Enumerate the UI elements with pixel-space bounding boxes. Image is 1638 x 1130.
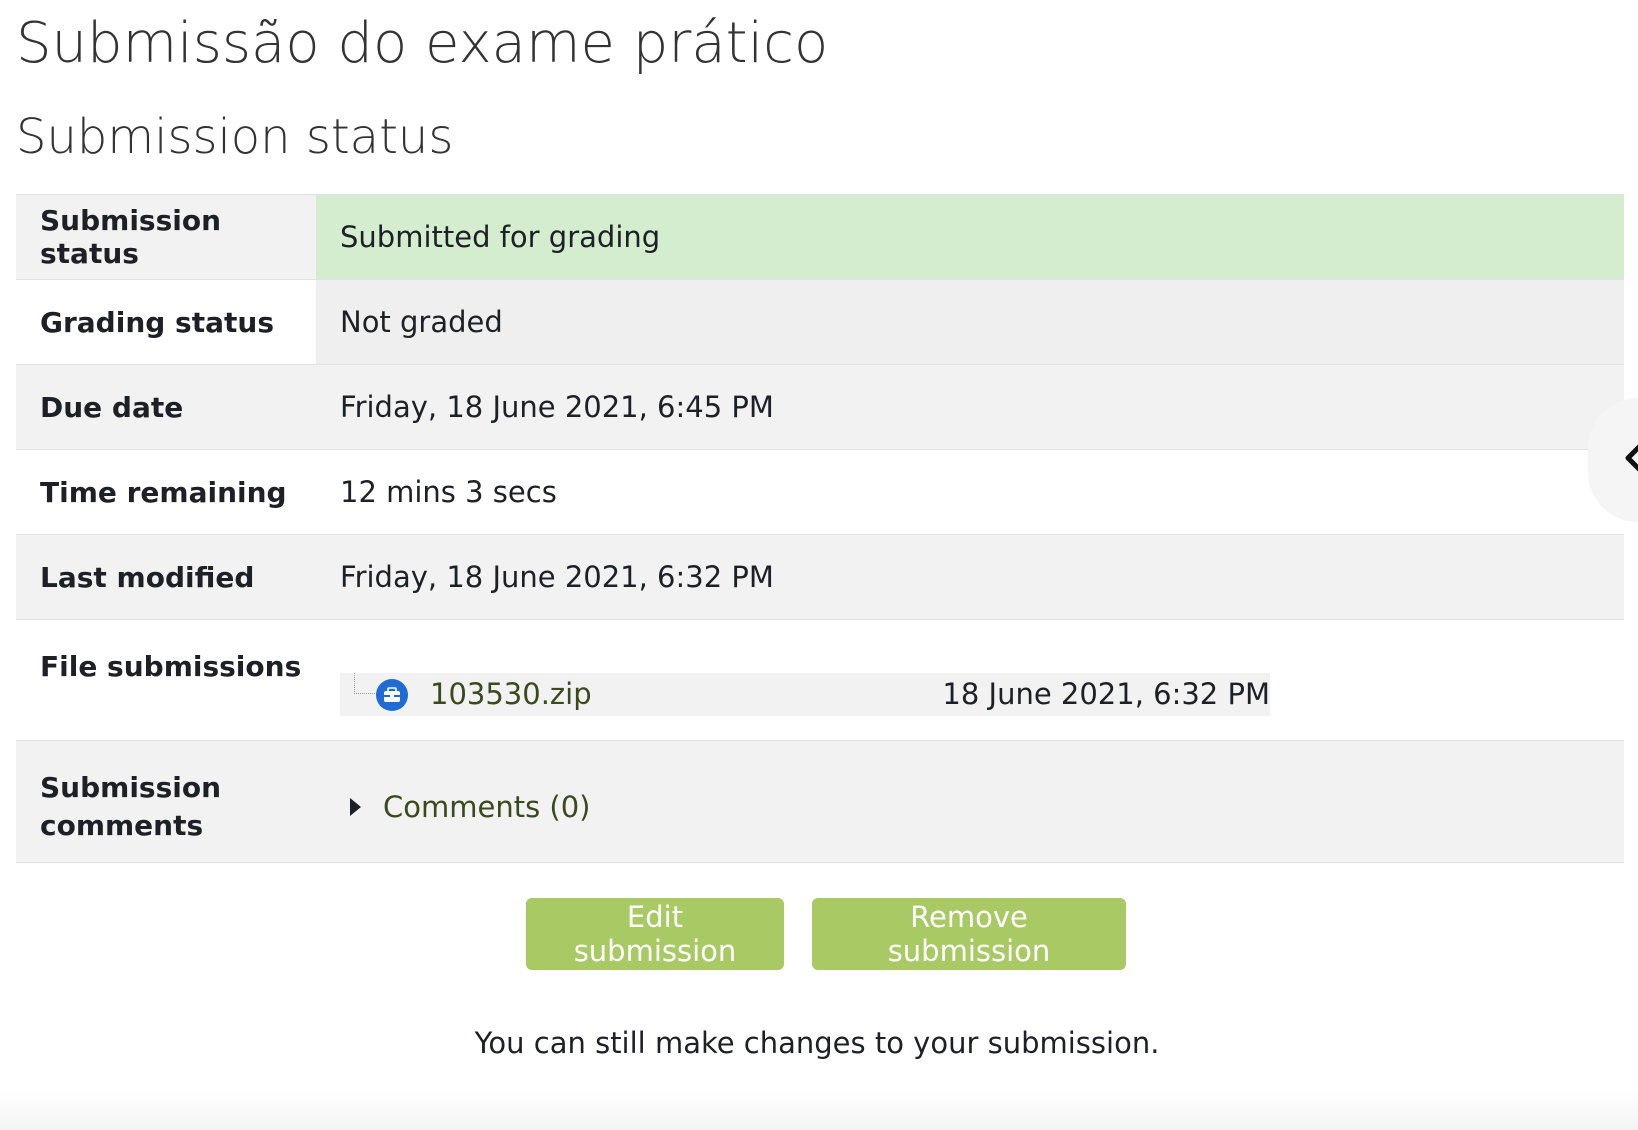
caret-right-icon [350, 797, 361, 816]
row-label-last-modified: Last modified [16, 534, 316, 620]
last-modified-value: Friday, 18 June 2021, 6:32 PM [316, 534, 1624, 620]
table-row-grading-status: Grading status Not graded [16, 279, 1624, 365]
submission-status-table: Submission status Submitted for grading … [16, 194, 1624, 863]
help-text-container: You can still make changes to your submi… [0, 1026, 1638, 1060]
submission-status-value: Submitted for grading [316, 194, 1624, 280]
row-label-grading-status: Grading status [16, 279, 316, 365]
file-submissions-cell: 103530.zip 18 June 2021, 6:32 PM [316, 619, 1624, 741]
help-text: You can still make changes to your submi… [474, 1026, 1160, 1060]
row-label-time-remaining: Time remaining [16, 449, 316, 535]
file-tree: 103530.zip 18 June 2021, 6:32 PM [340, 673, 1270, 716]
comments-link[interactable]: Comments (0) [383, 790, 591, 824]
footer-shadow [0, 1090, 1638, 1130]
table-row-file-submissions: File submissions 103530.zip 18 June 2021… [16, 619, 1624, 741]
page-title: Submissão do exame prático [16, 11, 829, 76]
file-link[interactable]: 103530.zip [430, 673, 592, 716]
row-label-due-date: Due date [16, 364, 316, 450]
table-row-last-modified: Last modified Friday, 18 June 2021, 6:32… [16, 534, 1624, 620]
tree-connector [354, 673, 377, 694]
row-label-submission-status: Submission status [16, 194, 316, 280]
section-title: Submission status [16, 109, 454, 165]
submission-comments-cell: Comments (0) [316, 740, 1624, 863]
time-remaining-value: 12 mins 3 secs [316, 449, 1624, 535]
page: Submissão do exame prático Submission st… [0, 0, 1638, 1130]
table-row-time-remaining: Time remaining 12 mins 3 secs [16, 449, 1624, 535]
row-label-submission-comments: Submission comments [16, 740, 316, 863]
remove-submission-button[interactable]: Remove submission [812, 898, 1126, 970]
row-label-file-submissions: File submissions [16, 619, 316, 741]
table-row-due-date: Due date Friday, 18 June 2021, 6:45 PM [16, 364, 1624, 450]
due-date-value: Friday, 18 June 2021, 6:45 PM [316, 364, 1624, 450]
comments-toggle[interactable]: Comments (0) [340, 780, 1624, 824]
file-date: 18 June 2021, 6:32 PM [942, 677, 1270, 711]
table-row-submission-comments: Submission comments Comments (0) [16, 740, 1624, 863]
chevron-left-icon [1622, 434, 1638, 486]
zip-file-icon [376, 679, 408, 711]
table-row-submission-status: Submission status Submitted for grading [16, 194, 1624, 280]
edit-submission-button[interactable]: Edit submission [526, 898, 784, 970]
button-group: Edit submission Remove submission [526, 898, 1126, 970]
grading-status-value: Not graded [316, 279, 1624, 365]
